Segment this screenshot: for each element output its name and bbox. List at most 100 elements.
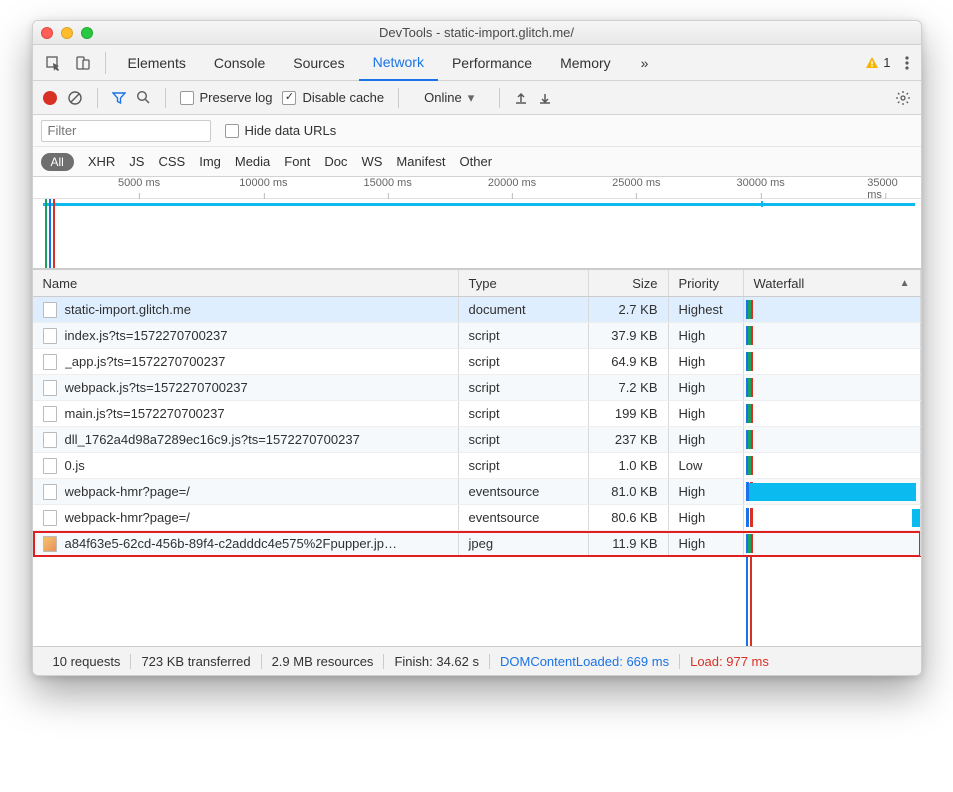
request-name: dll_1762a4d98a7289ec16c9.js?ts=157227070…	[65, 432, 360, 447]
type-other[interactable]: Other	[460, 154, 493, 169]
export-har-icon[interactable]	[538, 91, 552, 105]
request-waterfall	[744, 297, 921, 322]
type-doc[interactable]: Doc	[324, 154, 347, 169]
timeline-ruler: 5000 ms10000 ms15000 ms20000 ms25000 ms3…	[33, 177, 921, 199]
status-bar: 10 requests 723 KB transferred 2.9 MB re…	[33, 647, 921, 675]
search-icon[interactable]	[136, 90, 151, 105]
request-waterfall	[744, 375, 921, 400]
timeline-tick: 15000 ms	[364, 177, 412, 189]
divider	[105, 52, 106, 74]
file-icon	[43, 302, 57, 318]
status-requests: 10 requests	[43, 654, 132, 669]
tab-memory[interactable]: Memory	[546, 45, 625, 81]
network-table-header: Name Type Size Priority Waterfall ▲	[33, 269, 921, 297]
image-file-icon	[43, 536, 57, 552]
load-marker-red	[53, 199, 55, 268]
hide-data-urls-label: Hide data URLs	[245, 123, 337, 138]
tab-network[interactable]: Network	[359, 45, 438, 81]
network-toolbar: Preserve log Disable cache Online ▾	[33, 81, 921, 115]
request-priority: High	[669, 531, 744, 556]
table-row[interactable]: webpack-hmr?page=/eventsource81.0 KBHigh	[33, 479, 921, 505]
col-waterfall[interactable]: Waterfall ▲	[744, 270, 921, 296]
tab-overflow[interactable]: »	[627, 45, 663, 81]
settings-icon[interactable]	[895, 90, 911, 106]
titlebar: DevTools - static-import.glitch.me/	[33, 21, 921, 45]
col-name[interactable]: Name	[33, 270, 459, 296]
filter-input[interactable]	[41, 120, 211, 142]
type-css[interactable]: CSS	[158, 154, 185, 169]
type-xhr[interactable]: XHR	[88, 154, 115, 169]
request-name: static-import.glitch.me	[65, 302, 191, 317]
type-font[interactable]: Font	[284, 154, 310, 169]
table-row[interactable]: _app.js?ts=1572270700237script64.9 KBHig…	[33, 349, 921, 375]
request-waterfall	[744, 427, 921, 452]
window-controls	[41, 27, 93, 39]
import-har-icon[interactable]	[514, 91, 528, 105]
device-toolbar-icon[interactable]	[69, 49, 97, 77]
checkbox-box	[282, 91, 296, 105]
type-ws[interactable]: WS	[361, 154, 382, 169]
checkbox-box	[180, 91, 194, 105]
filter-icon[interactable]	[112, 91, 126, 105]
record-button[interactable]	[43, 91, 57, 105]
tab-elements[interactable]: Elements	[114, 45, 200, 81]
more-menu-icon[interactable]	[899, 55, 915, 71]
table-row[interactable]: webpack-hmr?page=/eventsource80.6 KBHigh	[33, 505, 921, 531]
request-waterfall	[744, 401, 921, 426]
type-media[interactable]: Media	[235, 154, 270, 169]
table-row[interactable]: static-import.glitch.medocument2.7 KBHig…	[33, 297, 921, 323]
table-row[interactable]: 0.jsscript1.0 KBLow	[33, 453, 921, 479]
col-priority[interactable]: Priority	[669, 270, 744, 296]
filter-bar: Hide data URLs	[33, 115, 921, 147]
status-resources: 2.9 MB resources	[262, 654, 385, 669]
col-type[interactable]: Type	[459, 270, 589, 296]
request-priority: Highest	[669, 297, 744, 322]
throttling-select[interactable]: Online ▾	[413, 89, 485, 107]
table-row[interactable]: main.js?ts=1572270700237script199 KBHigh	[33, 401, 921, 427]
minimize-button[interactable]	[61, 27, 73, 39]
dcl-line	[746, 557, 748, 646]
timeline-tick: 25000 ms	[612, 177, 660, 189]
timeline-activity-bar	[43, 203, 915, 206]
activity-mark	[761, 201, 763, 207]
table-row[interactable]: webpack.js?ts=1572270700237script7.2 KBH…	[33, 375, 921, 401]
table-row[interactable]: dll_1762a4d98a7289ec16c9.js?ts=157227070…	[33, 427, 921, 453]
timeline-tick: 20000 ms	[488, 177, 536, 189]
request-priority: High	[669, 427, 744, 452]
request-name: index.js?ts=1572270700237	[65, 328, 228, 343]
type-all[interactable]: All	[41, 153, 74, 171]
file-icon	[43, 484, 57, 500]
request-size: 7.2 KB	[589, 375, 669, 400]
maximize-button[interactable]	[81, 27, 93, 39]
request-type: jpeg	[459, 531, 589, 556]
tab-console[interactable]: Console	[200, 45, 279, 81]
status-transferred: 723 KB transferred	[131, 654, 261, 669]
warnings-indicator[interactable]: 1	[859, 55, 896, 70]
col-size[interactable]: Size	[589, 270, 669, 296]
hide-data-urls-checkbox[interactable]: Hide data URLs	[225, 123, 337, 138]
table-row[interactable]: a84f63e5-62cd-456b-89f4-c2adddc4e575%2Fp…	[33, 531, 921, 557]
timeline-tick: 5000 ms	[118, 177, 160, 189]
tab-sources[interactable]: Sources	[279, 45, 358, 81]
table-row[interactable]: index.js?ts=1572270700237script37.9 KBHi…	[33, 323, 921, 349]
type-js[interactable]: JS	[129, 154, 144, 169]
network-table-body: static-import.glitch.medocument2.7 KBHig…	[33, 297, 921, 557]
tab-performance[interactable]: Performance	[438, 45, 546, 81]
inspect-element-icon[interactable]	[39, 49, 67, 77]
clear-button[interactable]	[67, 90, 83, 106]
preserve-log-checkbox[interactable]: Preserve log	[180, 90, 273, 105]
close-button[interactable]	[41, 27, 53, 39]
timeline-overview[interactable]	[33, 199, 921, 269]
load-marker-blue	[49, 199, 51, 268]
request-priority: High	[669, 401, 744, 426]
type-manifest[interactable]: Manifest	[396, 154, 445, 169]
disable-cache-checkbox[interactable]: Disable cache	[282, 90, 384, 105]
dcl-marker	[45, 199, 47, 268]
request-size: 1.0 KB	[589, 453, 669, 478]
request-size: 81.0 KB	[589, 479, 669, 504]
request-priority: High	[669, 323, 744, 348]
request-waterfall	[744, 505, 921, 530]
file-icon	[43, 458, 57, 474]
request-name: webpack.js?ts=1572270700237	[65, 380, 248, 395]
type-img[interactable]: Img	[199, 154, 221, 169]
